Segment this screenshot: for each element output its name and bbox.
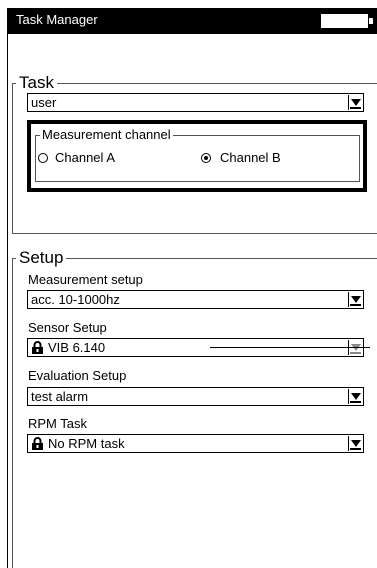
evaluation-setup-value: test alarm bbox=[31, 389, 89, 404]
battery-icon bbox=[320, 13, 369, 29]
setup-group-left-border bbox=[12, 258, 13, 568]
evaluation-setup-label: Evaluation Setup bbox=[28, 368, 127, 383]
frame-left-border bbox=[7, 34, 8, 568]
task-group-left-border bbox=[12, 83, 13, 233]
task-dropdown[interactable]: user bbox=[27, 93, 364, 112]
task-group-bottom-border bbox=[12, 233, 377, 234]
sensor-setup-label: Sensor Setup bbox=[28, 320, 107, 335]
measurement-setup-dropdown[interactable]: acc. 10-1000hz bbox=[27, 290, 364, 309]
rpm-task-dropdown[interactable]: No RPM task bbox=[27, 434, 364, 453]
evaluation-setup-dropdown[interactable]: test alarm bbox=[27, 387, 364, 406]
measurement-channel-label: Measurement channel bbox=[40, 127, 173, 143]
chevron-down-icon[interactable] bbox=[348, 292, 362, 307]
measurement-channel-right-line bbox=[359, 135, 360, 181]
measurement-channel-box: Measurement channel Channel A Channel B bbox=[27, 120, 367, 192]
callout-line bbox=[210, 347, 370, 348]
title-bar: Task Manager bbox=[7, 8, 377, 34]
chevron-down-icon[interactable] bbox=[348, 389, 362, 404]
battery-tip bbox=[369, 18, 373, 24]
rpm-task-label: RPM Task bbox=[28, 416, 87, 431]
task-group-top-border bbox=[12, 83, 377, 84]
setup-group-top-border bbox=[12, 258, 377, 259]
setup-group-label: Setup bbox=[16, 249, 67, 267]
channel-b-radio[interactable] bbox=[201, 153, 211, 163]
channel-a-radio[interactable] bbox=[38, 153, 48, 163]
lock-icon bbox=[32, 437, 43, 450]
task-group-label: Task bbox=[16, 74, 57, 92]
measurement-setup-label: Measurement setup bbox=[28, 272, 143, 287]
lock-icon bbox=[32, 341, 43, 354]
sensor-setup-value: VIB 6.140 bbox=[48, 340, 106, 355]
measurement-setup-value: acc. 10-1000hz bbox=[31, 292, 120, 307]
rpm-task-value: No RPM task bbox=[48, 436, 125, 451]
chevron-down-icon[interactable] bbox=[348, 436, 362, 451]
window-title: Task Manager bbox=[16, 12, 98, 27]
measurement-channel-bottom-line bbox=[35, 181, 360, 182]
chevron-down-icon[interactable] bbox=[348, 95, 362, 110]
channel-b-label: Channel B bbox=[220, 150, 281, 165]
task-dropdown-value: user bbox=[31, 95, 57, 110]
measurement-channel-left-line bbox=[35, 135, 36, 181]
channel-a-label: Channel A bbox=[55, 150, 115, 165]
